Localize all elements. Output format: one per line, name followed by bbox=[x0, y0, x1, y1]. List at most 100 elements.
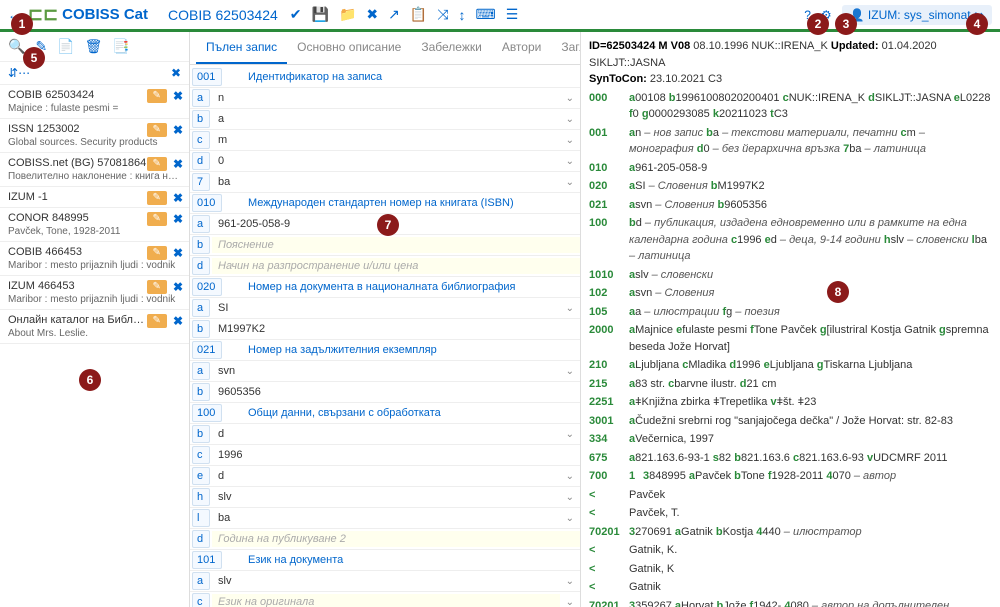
record-item[interactable]: ISSN 1253002Global sources. Security pro… bbox=[0, 119, 189, 153]
subfield-code[interactable]: c bbox=[192, 593, 210, 607]
chevron-down-icon[interactable]: ⌄ bbox=[560, 429, 580, 440]
field-tag[interactable]: 010 bbox=[192, 194, 222, 212]
record-item[interactable]: COBIB 62503424Majnice : fulaste pesmi =✎… bbox=[0, 85, 189, 119]
sort-toggle-icon[interactable]: ⇵ bbox=[8, 66, 18, 80]
chevron-down-icon[interactable]: ⌄ bbox=[560, 156, 580, 167]
subfield-value[interactable]: ba bbox=[212, 174, 560, 190]
subfield-code[interactable]: a bbox=[192, 89, 210, 107]
chevron-down-icon[interactable]: ⌄ bbox=[560, 492, 580, 503]
more-icon[interactable]: ⋯ bbox=[18, 66, 30, 80]
tab[interactable]: Пълен запис bbox=[196, 32, 287, 64]
delete-button[interactable]: ✖ bbox=[173, 314, 183, 328]
list-icon[interactable]: ☰ bbox=[506, 6, 519, 23]
subfield-value[interactable]: M1997K2 bbox=[212, 321, 580, 337]
subfield-code[interactable]: a bbox=[192, 362, 210, 380]
subfield-code[interactable]: b bbox=[192, 320, 210, 338]
subfield-value[interactable]: a bbox=[212, 111, 560, 127]
subfield-code[interactable]: c bbox=[192, 131, 210, 149]
field-tag[interactable]: 001 bbox=[192, 68, 222, 86]
chevron-down-icon[interactable]: ⌄ bbox=[560, 177, 580, 188]
subfield-value[interactable]: SI bbox=[212, 300, 560, 316]
record-item[interactable]: Онлайн каталог на Библ…About Mrs. Leslie… bbox=[0, 310, 189, 344]
edit-button[interactable]: ✎ bbox=[147, 314, 167, 328]
subfield-value[interactable]: Пояснение bbox=[212, 237, 580, 253]
subfield-code[interactable]: c bbox=[192, 446, 210, 464]
subfield-value[interactable]: 9605356 bbox=[212, 384, 580, 400]
chevron-down-icon[interactable]: ⌄ bbox=[560, 576, 580, 587]
subfield-code[interactable]: l bbox=[192, 509, 210, 527]
subfield-value[interactable]: svn bbox=[212, 363, 560, 379]
record-item[interactable]: IZUM -1✎✖ bbox=[0, 187, 189, 208]
subfield-value[interactable]: Година на публикуване 2 bbox=[212, 531, 580, 547]
delete-button[interactable]: ✖ bbox=[173, 280, 183, 294]
kbd-icon[interactable]: ⌨ bbox=[476, 6, 496, 23]
sort-icon[interactable]: ↕ bbox=[459, 7, 466, 23]
edit-button[interactable]: ✎ bbox=[147, 191, 167, 205]
subfield-code[interactable]: a bbox=[192, 572, 210, 590]
subfield-code[interactable]: b bbox=[192, 383, 210, 401]
duplicate-icon[interactable]: 📑 bbox=[112, 38, 129, 55]
chevron-down-icon[interactable]: ⌄ bbox=[560, 303, 580, 314]
subfield-code[interactable]: d bbox=[192, 530, 210, 548]
subfield-code[interactable]: d bbox=[192, 257, 210, 275]
search-icon[interactable]: 🔍 bbox=[8, 38, 25, 55]
delete-button[interactable]: ✖ bbox=[173, 123, 183, 137]
chevron-down-icon[interactable]: ⌄ bbox=[560, 93, 580, 104]
record-item[interactable]: CONOR 848995Pavček, Tone, 1928-2011✎✖ bbox=[0, 208, 189, 242]
delete-button[interactable]: ✖ bbox=[173, 89, 183, 103]
field-tag[interactable]: 101 bbox=[192, 551, 222, 569]
subfield-code[interactable]: e bbox=[192, 467, 210, 485]
field-tag[interactable]: 020 bbox=[192, 278, 222, 296]
record-item[interactable]: COBIB 466453Maribor : mesto prijaznih lj… bbox=[0, 242, 189, 276]
subfield-value[interactable]: slv bbox=[212, 489, 560, 505]
subfield-value[interactable]: m bbox=[212, 132, 560, 148]
trash-icon[interactable]: 🗑 bbox=[85, 38, 103, 55]
subfield-code[interactable]: a bbox=[192, 299, 210, 317]
delete-button[interactable]: ✖ bbox=[173, 212, 183, 226]
subfield-value[interactable]: 0 bbox=[212, 153, 560, 169]
edit-button[interactable]: ✎ bbox=[147, 246, 167, 260]
subfield-value[interactable]: d bbox=[212, 468, 560, 484]
subfield-code[interactable]: b bbox=[192, 110, 210, 128]
chevron-down-icon[interactable]: ⌄ bbox=[560, 135, 580, 146]
record-item[interactable]: IZUM 466453Maribor : mesto prijaznih lju… bbox=[0, 276, 189, 310]
chevron-down-icon[interactable]: ⌄ bbox=[560, 471, 580, 482]
chevron-down-icon[interactable]: ⌄ bbox=[560, 513, 580, 524]
subfield-code[interactable]: h bbox=[192, 488, 210, 506]
subfield-value[interactable]: Начин на разпространение и/или цена bbox=[212, 258, 580, 274]
edit-button[interactable]: ✎ bbox=[147, 123, 167, 137]
subfield-code[interactable]: 7 bbox=[192, 173, 210, 191]
chevron-down-icon[interactable]: ⌄ bbox=[560, 114, 580, 125]
subfield-code[interactable]: b bbox=[192, 425, 210, 443]
subfield-value[interactable]: d bbox=[212, 426, 560, 442]
field-tag[interactable]: 021 bbox=[192, 341, 222, 359]
delete-button[interactable]: ✖ bbox=[173, 157, 183, 171]
delete-button[interactable]: ✖ bbox=[173, 191, 183, 205]
copy-icon[interactable]: 📋 bbox=[410, 6, 427, 23]
check-icon[interactable]: ✔ bbox=[290, 6, 302, 23]
new-icon[interactable]: 📄 bbox=[57, 38, 74, 55]
tab[interactable]: Заглавия bbox=[551, 32, 580, 64]
record-item[interactable]: COBISS.net (BG) 57081864Повелително накл… bbox=[0, 153, 189, 187]
tab[interactable]: Автори bbox=[492, 32, 552, 64]
field-tag[interactable]: 100 bbox=[192, 404, 222, 422]
edit-button[interactable]: ✎ bbox=[147, 89, 167, 103]
close-icon[interactable]: ✖ bbox=[366, 6, 378, 23]
chevron-down-icon[interactable]: ⌄ bbox=[560, 366, 580, 377]
edit-button[interactable]: ✎ bbox=[147, 280, 167, 294]
edit-button[interactable]: ✎ bbox=[147, 157, 167, 171]
clear-icon[interactable]: ✖ bbox=[171, 66, 181, 80]
subfield-code[interactable]: b bbox=[192, 236, 210, 254]
delete-button[interactable]: ✖ bbox=[173, 246, 183, 260]
subfield-value[interactable]: 1996 bbox=[212, 447, 580, 463]
tab[interactable]: Забележки bbox=[411, 32, 491, 64]
subfield-code[interactable]: a bbox=[192, 215, 210, 233]
save-icon[interactable]: 💾 bbox=[312, 6, 329, 23]
subfield-value[interactable]: Език на оригинала bbox=[212, 594, 560, 607]
tab[interactable]: Основно описание bbox=[287, 32, 411, 64]
export-icon[interactable]: ↗ bbox=[388, 6, 400, 23]
subfield-value[interactable]: ba bbox=[212, 510, 560, 526]
edit-button[interactable]: ✎ bbox=[147, 212, 167, 226]
subfield-value[interactable]: slv bbox=[212, 573, 560, 589]
subfield-value[interactable]: n bbox=[212, 90, 560, 106]
